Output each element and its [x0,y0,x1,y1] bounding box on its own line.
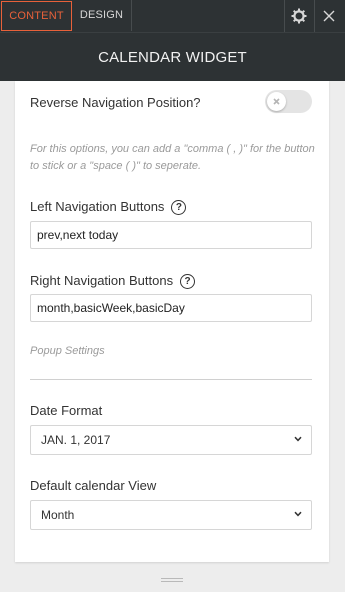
date-format-select[interactable]: JAN. 1, 2017 [30,425,312,455]
date-format-label: Date Format [30,403,103,418]
close-button[interactable] [314,0,343,32]
date-format-value: JAN. 1, 2017 [41,433,111,447]
left-nav-label: Left Navigation Buttons [30,199,165,214]
tab-content[interactable]: CONTENT [1,1,72,31]
close-icon [323,10,335,22]
right-nav-label: Right Navigation Buttons [30,273,174,288]
default-view-label: Default calendar View [30,478,157,493]
tab-design[interactable]: DESIGN [72,0,132,31]
left-nav-input[interactable]: prev,next today [30,221,312,249]
settings-button[interactable] [284,0,313,32]
x-icon [273,98,280,105]
reverse-nav-label: Reverse Navigation Position? [30,95,201,110]
default-view-select[interactable]: Month [30,500,312,530]
separator-hint: For this options, you can add a "comma (… [30,143,315,172]
widget-title: CALENDAR WIDGET [0,32,345,81]
settings-panel: Reverse Navigation Position? For this op… [15,81,329,562]
popup-settings-heading: Popup Settings [30,345,105,357]
section-divider [30,379,312,380]
resize-handle-icon[interactable] [161,578,183,583]
default-view-value: Month [41,508,75,522]
help-icon[interactable]: ? [171,200,187,215]
gear-icon [291,8,307,24]
right-nav-label-row: Right Navigation Buttons? [30,273,196,289]
chevron-down-icon [294,511,302,517]
left-nav-label-row: Left Navigation Buttons? [30,199,187,215]
reverse-nav-toggle[interactable] [265,90,312,113]
help-icon[interactable]: ? [180,274,196,289]
top-toolbar: CONTENT DESIGN [0,0,345,32]
toggle-knob [267,92,286,111]
chevron-down-icon [294,436,302,442]
right-nav-input[interactable]: month,basicWeek,basicDay [30,294,312,322]
